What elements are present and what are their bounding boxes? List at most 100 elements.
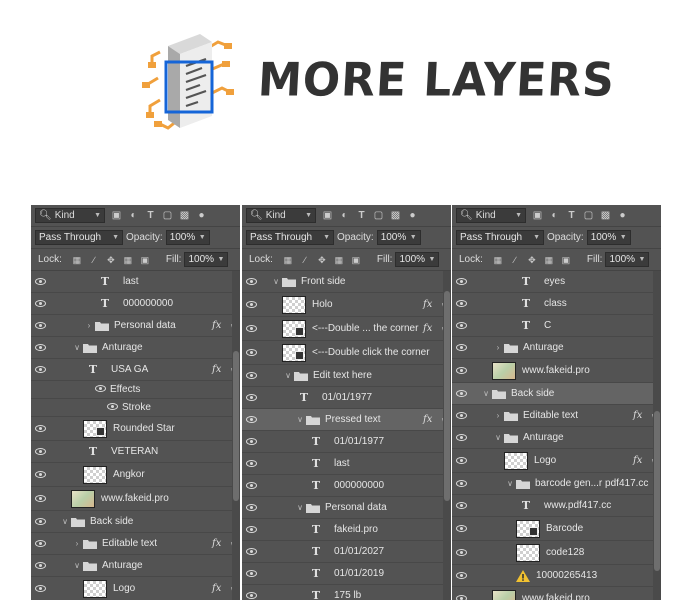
layer-thumbnail[interactable] — [516, 543, 540, 562]
lock-artboard-icon[interactable]: ▦ — [334, 255, 344, 265]
type-filter-icon[interactable]: T — [356, 210, 367, 221]
visibility-eye-icon[interactable] — [31, 366, 49, 373]
visibility-eye-icon[interactable] — [31, 471, 49, 478]
fx-badge-icon[interactable]: fx — [212, 320, 230, 331]
fill-field[interactable]: 100% ▼ — [605, 252, 650, 267]
visibility-eye-icon[interactable] — [31, 344, 49, 351]
visibility-eye-icon[interactable] — [452, 549, 470, 556]
visibility-eye-icon[interactable] — [452, 434, 470, 441]
layer-row[interactable]: Tlast — [31, 271, 240, 293]
layer-thumbnail[interactable] — [504, 451, 528, 470]
visibility-eye-icon[interactable] — [31, 300, 49, 307]
expand-arrow-open-icon[interactable]: ∨ — [270, 277, 282, 286]
visibility-eye-icon[interactable] — [31, 322, 49, 329]
fx-badge-icon[interactable]: fx — [423, 323, 441, 334]
visibility-eye-icon[interactable] — [242, 349, 260, 356]
layer-row[interactable]: Tlast — [242, 453, 451, 475]
layer-thumbnail[interactable] — [282, 295, 306, 314]
layer-row[interactable]: ∨ barcode gen...r pdf417.cc — [452, 473, 661, 495]
layer-row[interactable]: ∨ Personal data — [242, 497, 451, 519]
layer-row[interactable]: Teyes — [452, 271, 661, 293]
layer-row[interactable]: ∨Pressed textfx∨ — [242, 409, 451, 431]
adjustment-filter-icon[interactable]: ◐ — [339, 210, 350, 221]
expand-arrow-open-icon[interactable]: ∨ — [504, 479, 516, 488]
visibility-eye-icon[interactable] — [242, 526, 260, 533]
visibility-eye-icon[interactable] — [31, 448, 49, 455]
layer-row[interactable]: T 01/01/2019 — [242, 563, 451, 585]
layer-row[interactable]: T 175 lb — [242, 585, 451, 600]
smart-object-filter-icon[interactable]: ▩ — [600, 210, 611, 221]
expand-arrow-open-icon[interactable]: ∨ — [294, 415, 306, 424]
layer-row[interactable]: ›Personal datafx∨ — [31, 315, 240, 337]
adjustment-filter-icon[interactable]: ◐ — [549, 210, 560, 221]
layer-row[interactable]: T 01/01/1977 — [242, 431, 451, 453]
pixel-filter-icon[interactable]: ▣ — [111, 210, 122, 221]
expand-arrow-open-icon[interactable]: ∨ — [71, 561, 83, 570]
kind-filter-select[interactable]: 🔍︎ Kind ▼ — [35, 208, 105, 223]
fx-badge-icon[interactable]: fx — [212, 538, 230, 549]
layer-row[interactable]: T VETERAN — [31, 441, 240, 463]
visibility-eye-icon[interactable] — [242, 592, 260, 599]
expand-arrow-open-icon[interactable]: ∨ — [282, 371, 294, 380]
visibility-eye-icon[interactable] — [242, 301, 260, 308]
layer-thumbnail[interactable] — [516, 519, 540, 538]
visibility-eye-icon[interactable] — [242, 278, 260, 285]
lock-transparent-icon[interactable]: ▦ — [72, 255, 82, 265]
layer-thumbnail[interactable] — [71, 489, 95, 508]
visibility-eye-icon[interactable] — [452, 572, 470, 579]
visibility-eye-icon[interactable] — [31, 540, 49, 547]
expand-arrow-closed-icon[interactable]: › — [492, 343, 504, 352]
blend-mode-select[interactable]: Pass Through ▼ — [35, 230, 123, 245]
visibility-eye-icon[interactable] — [31, 518, 49, 525]
lock-artboard-icon[interactable]: ▦ — [544, 255, 554, 265]
visibility-eye-icon[interactable] — [242, 438, 260, 445]
layer-row[interactable]: ›Editable textfx∨ — [452, 405, 661, 427]
layer-thumbnail[interactable] — [83, 419, 107, 438]
layer-thumbnail[interactable] — [83, 465, 107, 484]
layer-thumbnail[interactable] — [83, 579, 107, 598]
layer-row[interactable]: Twww.pdf417.cc — [452, 495, 661, 517]
visibility-eye-icon[interactable] — [452, 502, 470, 509]
visibility-eye-icon[interactable] — [31, 278, 49, 285]
layer-row[interactable]: ∨ Back side — [452, 383, 661, 405]
opacity-field[interactable]: 100% ▼ — [165, 230, 210, 245]
visibility-eye-icon[interactable] — [452, 278, 470, 285]
layer-row[interactable]: Rounded Star — [31, 417, 240, 441]
scrollbar-thumb[interactable] — [654, 411, 660, 571]
fx-badge-icon[interactable]: fx — [633, 455, 651, 466]
pixel-filter-icon[interactable]: ▣ — [532, 210, 543, 221]
layer-row[interactable]: T 01/01/1977 — [242, 387, 451, 409]
layer-row[interactable]: Tfakeid.pro — [242, 519, 451, 541]
lock-position-icon[interactable]: ✥ — [527, 255, 537, 265]
visibility-eye-icon[interactable] — [452, 412, 470, 419]
visibility-eye-icon[interactable] — [242, 482, 260, 489]
layer-row[interactable]: ∨ Back side — [31, 511, 240, 533]
layer-row[interactable]: Logofx∨ — [452, 449, 661, 473]
filter-toggle-icon[interactable]: ● — [617, 210, 628, 221]
lock-all-icon[interactable]: ▣ — [351, 255, 361, 265]
layer-row[interactable]: TUSA GAfx∨ — [31, 359, 240, 381]
layer-row[interactable]: www.fakeid.pro — [452, 359, 661, 383]
blend-mode-select[interactable]: Pass Through ▼ — [456, 230, 544, 245]
visibility-eye-icon[interactable] — [242, 548, 260, 555]
layer-row[interactable]: ∨ Front side — [242, 271, 451, 293]
layer-row[interactable]: Holofx∨ — [242, 293, 451, 317]
layer-row[interactable]: ∨ Anturage — [31, 337, 240, 359]
layer-thumbnail[interactable] — [282, 343, 306, 362]
lock-brush-icon[interactable]: ∕ — [300, 255, 310, 265]
layer-thumbnail[interactable] — [492, 589, 516, 600]
fx-badge-icon[interactable]: fx — [423, 414, 441, 425]
opacity-field[interactable]: 100% ▼ — [376, 230, 421, 245]
layer-thumbnail[interactable] — [492, 361, 516, 380]
visibility-eye-icon[interactable] — [452, 457, 470, 464]
kind-filter-select[interactable]: 🔍︎ Kind ▼ — [456, 208, 526, 223]
layer-row[interactable]: ∨ Anturage — [31, 555, 240, 577]
visibility-eye-icon[interactable] — [31, 495, 49, 502]
layer-row[interactable]: <---Double click the corner — [242, 341, 451, 365]
fill-field[interactable]: 100% ▼ — [395, 252, 440, 267]
layer-thumbnail[interactable] — [282, 319, 306, 338]
visibility-eye-icon[interactable] — [452, 344, 470, 351]
layer-row[interactable]: ›Editable textfx∨ — [31, 533, 240, 555]
filter-toggle-icon[interactable]: ● — [196, 210, 207, 221]
lock-position-icon[interactable]: ✥ — [106, 255, 116, 265]
